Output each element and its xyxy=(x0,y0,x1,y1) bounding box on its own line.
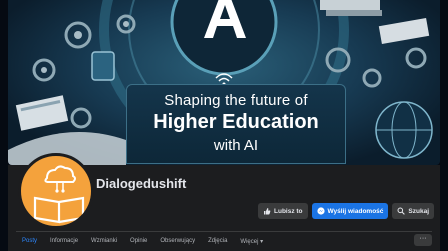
tab-posts[interactable]: Posty xyxy=(22,238,37,245)
search-button[interactable]: Szukaj xyxy=(392,203,434,219)
action-buttons: Lubisz to Wyślij wiadomość Szukaj xyxy=(258,203,434,219)
cover-headline-line2: Higher Education xyxy=(153,111,319,133)
cover-headline-line1: Shaping the future of xyxy=(164,92,308,109)
search-button-label: Szukaj xyxy=(408,207,429,215)
cover-headline-line3: with AI xyxy=(213,137,259,154)
avatar[interactable] xyxy=(18,153,94,229)
like-button[interactable]: Lubisz to xyxy=(258,203,308,219)
messenger-icon xyxy=(316,207,325,215)
header-divider xyxy=(16,231,432,232)
book-cloud-logo-icon xyxy=(33,165,85,224)
send-message-button-label: Wyślij wiadomość xyxy=(327,207,384,215)
like-button-label: Lubisz to xyxy=(274,207,303,215)
tab-more[interactable]: Więcej ▾ xyxy=(240,238,263,245)
tab-about[interactable]: Informacje xyxy=(50,238,78,245)
page-title: Dialogedushift xyxy=(96,176,187,191)
more-options-button[interactable]: ··· xyxy=(414,234,432,246)
search-icon xyxy=(397,207,406,215)
cover-headline: Shaping the future of Higher Education w… xyxy=(126,84,346,164)
profile-tabs: Posty Informacje Wzmianki Opinie Obserwu… xyxy=(22,238,276,245)
tab-followers[interactable]: Obserwujący xyxy=(160,238,195,245)
tab-reviews[interactable]: Opinie xyxy=(130,238,147,245)
tab-mentions[interactable]: Wzmianki xyxy=(91,238,117,245)
thumbs-up-icon xyxy=(263,207,271,215)
send-message-button[interactable]: Wyślij wiadomość xyxy=(311,203,389,219)
cover-photo[interactable]: Shaping the future of Higher Education w… xyxy=(8,0,440,165)
tab-photos[interactable]: Zdjęcia xyxy=(208,238,227,245)
profile-header: Dialogedushift Lubisz to Wyślij wiadomoś… xyxy=(8,153,440,251)
